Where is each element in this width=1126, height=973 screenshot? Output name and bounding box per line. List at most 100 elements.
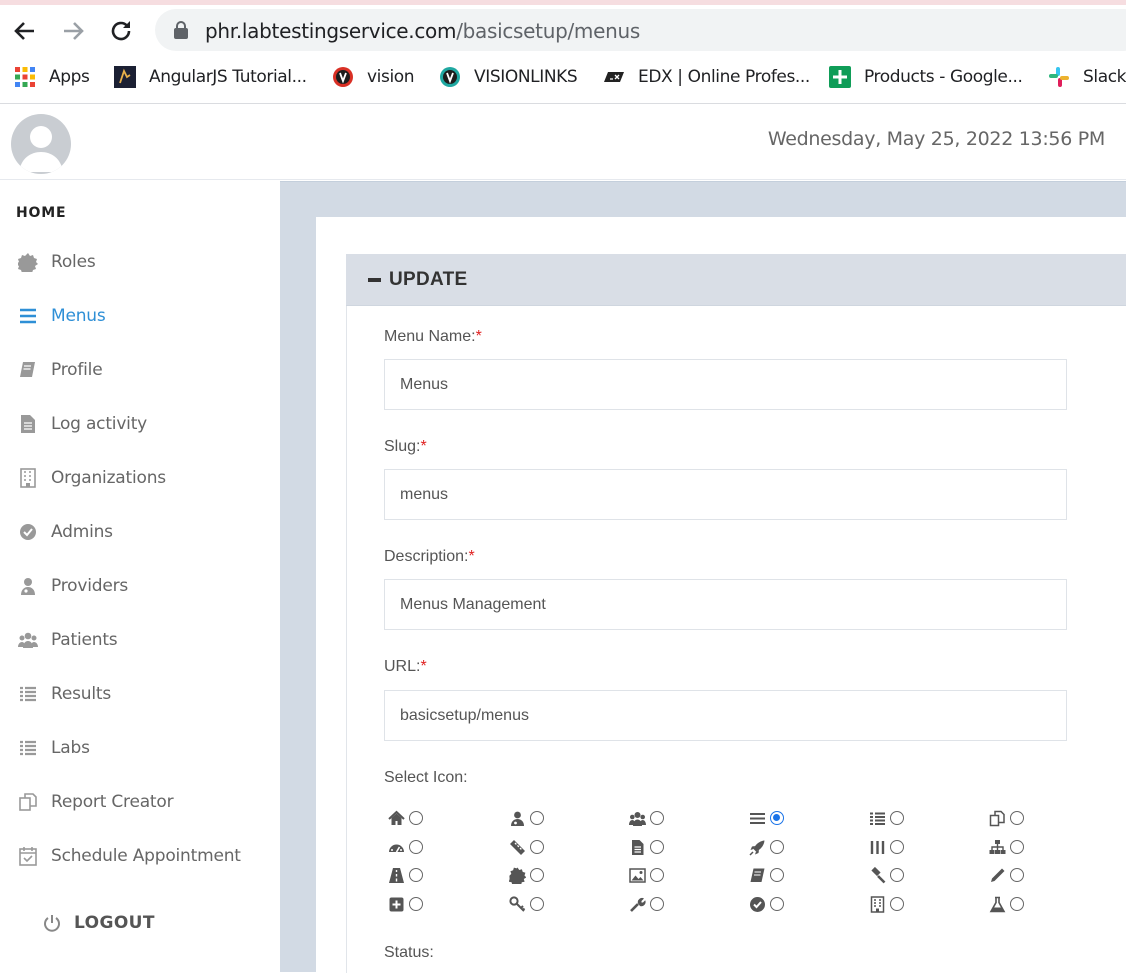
icon-radio[interactable] — [1010, 840, 1024, 854]
icon-radio[interactable] — [530, 840, 544, 854]
sidebar-item-admins[interactable]: Admins — [18, 517, 113, 547]
icon-radio[interactable] — [1010, 868, 1024, 882]
sidebar-item-profile[interactable]: Profile — [18, 355, 103, 385]
sidebar-item-organizations[interactable]: Organizations — [18, 463, 166, 493]
icon-option-columns[interactable] — [869, 838, 904, 856]
sidebar-item-patients[interactable]: Patients — [18, 625, 118, 655]
sidebar-item-report-creator[interactable]: Report Creator — [18, 787, 174, 817]
icon-option-rocket[interactable] — [749, 838, 784, 856]
icon-option-building[interactable] — [869, 895, 904, 913]
bars-icon — [20, 308, 36, 324]
required-mark: * — [468, 548, 475, 565]
icon-radio[interactable] — [890, 840, 904, 854]
icon-option-key[interactable] — [509, 895, 544, 913]
icon-radio[interactable] — [890, 811, 904, 825]
bookmark-vision[interactable]: vision — [332, 65, 415, 89]
icon-option-gavel[interactable] — [869, 866, 904, 884]
list-icon — [20, 686, 36, 702]
icon-radio[interactable] — [770, 840, 784, 854]
reload-button[interactable] — [106, 16, 136, 46]
slug-input[interactable] — [384, 469, 1067, 520]
icon-option-user-md[interactable] — [509, 809, 544, 827]
icon-radio[interactable] — [650, 897, 664, 911]
icon-option-check-circle[interactable] — [749, 895, 784, 913]
icon-radio[interactable] — [1010, 811, 1024, 825]
cog-icon — [18, 253, 38, 272]
bookmark-slack[interactable]: Slack — [1048, 65, 1126, 89]
sidebar-item-label: Report Creator — [51, 792, 174, 812]
update-panel-header[interactable]: UPDATE — [346, 254, 1126, 306]
menu-name-input[interactable] — [384, 359, 1067, 410]
icon-option-plus-square[interactable] — [388, 895, 423, 913]
icon-radio[interactable] — [530, 811, 544, 825]
sidebar-item-label: Profile — [51, 360, 103, 380]
description-input[interactable] — [384, 579, 1067, 630]
sidebar-item-schedule-appointment[interactable]: Schedule Appointment — [18, 841, 241, 871]
icon-radio[interactable] — [890, 897, 904, 911]
bookmark-apps[interactable]: Apps — [14, 65, 90, 89]
icon-radio[interactable] — [530, 868, 544, 882]
dashboard-icon — [389, 844, 404, 852]
icon-radio[interactable] — [530, 897, 544, 911]
icon-radio[interactable] — [409, 897, 423, 911]
bookmark-label: Apps — [49, 67, 90, 87]
avatar[interactable] — [11, 114, 71, 174]
icon-radio[interactable] — [650, 811, 664, 825]
sidebar-item-providers[interactable]: Providers — [18, 571, 128, 601]
main-content: UPDATE Menu Name:* Slug:* Description:* … — [280, 181, 1126, 973]
icon-option-list[interactable] — [869, 809, 904, 827]
url-path: /basicsetup/menus — [456, 19, 640, 43]
icon-option-bars[interactable] — [749, 809, 784, 827]
sidebar-item-label: Roles — [51, 252, 96, 272]
url-text[interactable]: phr.labtestingservice.com/basicsetup/men… — [205, 19, 640, 43]
icon-radio[interactable] — [890, 868, 904, 882]
sidebar-item-results[interactable]: Results — [18, 679, 111, 709]
icon-option-dashboard[interactable] — [388, 838, 423, 856]
icon-option-ticket[interactable] — [509, 838, 544, 856]
icon-option-cog[interactable] — [509, 866, 544, 884]
bookmark-edx[interactable]: EDX | Online Profes... — [603, 65, 810, 89]
gavel-icon — [871, 866, 886, 883]
columns-icon — [870, 840, 885, 854]
omnibox[interactable]: phr.labtestingservice.com/basicsetup/men… — [155, 9, 1126, 51]
icon-radio[interactable] — [1010, 897, 1024, 911]
icon-option-file-text[interactable] — [629, 838, 664, 856]
icon-option-users[interactable] — [629, 809, 664, 827]
sidebar-item-menus[interactable]: Menus — [18, 301, 106, 331]
icon-option-wrench[interactable] — [629, 895, 664, 913]
file-text-icon — [21, 415, 35, 433]
icon-option-flask[interactable] — [989, 895, 1024, 913]
sidebar-item-roles[interactable]: Roles — [18, 247, 96, 277]
icon-option-home[interactable] — [388, 809, 423, 827]
url-input[interactable] — [384, 690, 1067, 741]
icon-radio[interactable] — [650, 840, 664, 854]
back-button[interactable] — [10, 16, 40, 46]
required-mark: * — [475, 328, 482, 345]
icon-option-road[interactable] — [388, 866, 423, 884]
icon-option-book[interactable] — [749, 866, 784, 884]
logout-button[interactable]: LOGOUT — [42, 913, 155, 933]
icon-option-pencil[interactable] — [989, 866, 1024, 884]
list-icon — [20, 740, 36, 756]
icon-radio[interactable] — [770, 811, 784, 825]
forward-button[interactable] — [58, 16, 88, 46]
sidebar-home[interactable]: HOME — [16, 205, 66, 221]
pencil-icon — [991, 868, 1005, 882]
icon-option-sitemap[interactable] — [989, 838, 1024, 856]
icon-radio[interactable] — [770, 897, 784, 911]
file-text-icon — [632, 839, 644, 855]
icon-option-image[interactable] — [629, 866, 664, 884]
icon-radio[interactable] — [650, 868, 664, 882]
check-circle-icon — [750, 896, 765, 912]
sidebar-item-labs[interactable]: Labs — [18, 733, 90, 763]
sidebar-item-log-activity[interactable]: Log activity — [18, 409, 147, 439]
icon-option-copy[interactable] — [989, 809, 1024, 827]
bookmark-visionlinks[interactable]: VISIONLINKS — [439, 65, 578, 89]
icon-radio[interactable] — [409, 840, 423, 854]
icon-radio[interactable] — [409, 811, 423, 825]
icon-radio[interactable] — [409, 868, 423, 882]
icon-radio[interactable] — [770, 868, 784, 882]
bookmark-google-sheets[interactable]: Products - Google... — [829, 65, 1023, 89]
slug-label: Slug:* — [384, 438, 427, 455]
bookmark-angularjs[interactable]: AngularJS Tutorial... — [114, 65, 307, 89]
